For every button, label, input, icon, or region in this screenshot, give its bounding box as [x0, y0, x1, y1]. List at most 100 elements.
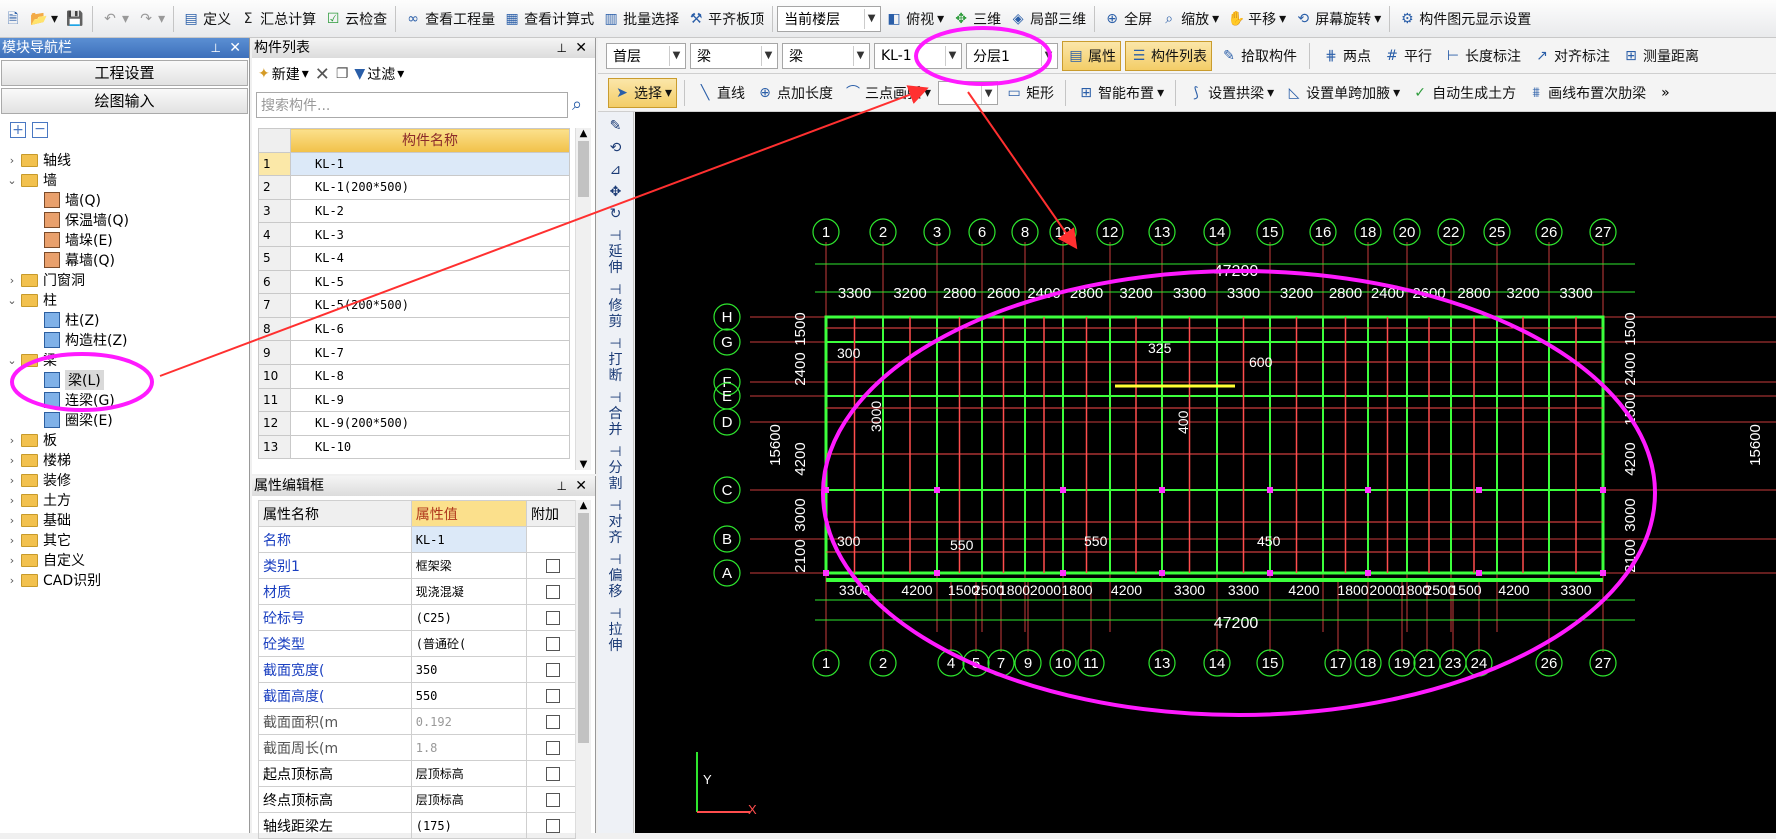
chevron-down-icon[interactable]: ⌄ — [6, 174, 18, 187]
component-name-cell[interactable]: KL-3 — [290, 222, 570, 247]
tree-folder-item[interactable]: › 轴线 — [6, 150, 246, 170]
close-icon[interactable]: ✕ — [229, 38, 241, 58]
length-dim-button[interactable]: ⊢ 长度标注 — [1440, 41, 1525, 71]
chevron-down-icon[interactable]: ⌄ — [6, 294, 18, 307]
table-row[interactable]: 10 KL-8 — [258, 363, 570, 389]
tree-leaf-item[interactable]: 墙垛(E) — [6, 230, 246, 250]
chevron-right-icon[interactable]: › — [6, 574, 18, 587]
select-tool-button[interactable]: ➤ 选择 ▾ — [608, 77, 678, 108]
property-toggle-button[interactable]: ▤ 属性 — [1062, 40, 1121, 71]
edit-tool-icon[interactable]: ✎ — [598, 118, 633, 134]
extra-checkbox[interactable] — [546, 662, 560, 677]
edit-tool-icon[interactable]: ↻ — [598, 206, 633, 222]
chevron-right-icon[interactable]: › — [6, 274, 18, 287]
edit-tool-icon[interactable]: ✥ — [598, 184, 633, 200]
property-row[interactable]: 起点顶标高 层顶标高 — [258, 760, 576, 787]
tree-folder-item[interactable]: › 门窗洞 — [6, 270, 246, 290]
component-name-cell[interactable]: KL-9(200*500) — [290, 411, 570, 436]
3d-button[interactable]: ✥ 三维 — [948, 4, 1005, 34]
component-name-cell[interactable]: KL-9 — [290, 387, 570, 413]
copy-icon[interactable]: ❐ — [336, 66, 349, 82]
property-value[interactable]: 层顶标高 — [410, 786, 528, 813]
tree-folder-item[interactable]: › CAD识别 — [6, 570, 246, 590]
property-value[interactable]: (C25) — [410, 604, 528, 631]
tree-leaf-item[interactable]: 墙(Q) — [6, 190, 246, 210]
chevron-right-icon[interactable]: › — [6, 454, 18, 467]
property-value[interactable]: (普通砼( — [410, 630, 528, 657]
chevron-right-icon[interactable]: › — [6, 514, 18, 527]
project-settings-button[interactable]: 工程设置 — [1, 60, 248, 86]
smart-layout-button[interactable]: ⊞ 智能布置 ▾ — [1073, 78, 1168, 108]
redo-button[interactable]: ↷ ▾ — [133, 4, 169, 34]
auto-earthwork-button[interactable]: ✓ 自动生成土方 — [1407, 78, 1520, 108]
property-value[interactable]: 0.192 — [410, 708, 528, 735]
view-formula-button[interactable]: ▦ 查看计算式 — [499, 4, 598, 34]
extra-checkbox[interactable] — [546, 636, 560, 651]
tree-leaf-item[interactable]: 圈梁(E) — [6, 410, 246, 430]
save-button[interactable]: 💾 — [62, 4, 88, 34]
expand-all-icon[interactable]: + — [10, 122, 26, 138]
haunch-button[interactable]: ◺ 设置单跨加腋 ▾ — [1281, 78, 1404, 108]
extra-checkbox[interactable] — [546, 688, 560, 703]
extra-checkbox[interactable] — [546, 740, 560, 755]
table-row[interactable]: 3 KL-2 — [258, 198, 570, 224]
component-name-cell[interactable]: KL-2 — [290, 198, 570, 224]
close-icon[interactable]: ✕ — [575, 476, 587, 496]
align-dim-button[interactable]: ↗ 对齐标注 — [1529, 41, 1614, 71]
property-row[interactable]: 名称 KL-1 — [258, 526, 576, 553]
more-tools-icon[interactable]: » — [1661, 85, 1670, 101]
edit-tool-button[interactable]: ⊣ 延伸 — [598, 228, 633, 276]
rectangle-tool-button[interactable]: ▭ 矩形 — [1001, 78, 1058, 108]
view-quantity-button[interactable]: ∞ 查看工程量 — [400, 4, 499, 34]
property-value[interactable]: 1.8 — [410, 734, 528, 761]
edit-tool-button[interactable]: ⊣ 分割 — [598, 444, 633, 492]
summary-calc-button[interactable]: Σ 汇总计算 — [235, 4, 320, 34]
type1-select[interactable]: 梁 ▼ — [690, 42, 778, 69]
cloud-check-button[interactable]: ☑ 云检查 — [320, 4, 391, 34]
align-slab-button[interactable]: ⚒ 平齐板顶 — [683, 4, 768, 34]
pin-icon[interactable]: ⊥ — [557, 476, 567, 496]
drawing-input-button[interactable]: 绘图输入 — [1, 88, 248, 114]
edit-tool-button[interactable]: ⊣ 打断 — [598, 336, 633, 384]
component-name-cell[interactable]: KL-8 — [290, 363, 570, 389]
table-row[interactable]: 7 KL-5(200*500) — [258, 293, 570, 318]
property-row[interactable]: 材质 现浇混凝 — [258, 578, 576, 605]
property-row[interactable]: 截面高度(550 — [258, 682, 576, 709]
property-value[interactable]: 现浇混凝 — [410, 578, 528, 605]
component-name-cell[interactable]: KL-6 — [290, 316, 570, 342]
undo-button[interactable]: ↶ ▾ — [97, 4, 133, 34]
pin-icon[interactable]: ⊥ — [557, 38, 567, 58]
chevron-right-icon[interactable]: › — [6, 434, 18, 447]
tree-folder-item[interactable]: ⌄ 梁 — [6, 350, 246, 370]
property-row[interactable]: 砼标号 (C25) — [258, 604, 576, 631]
tree-folder-item[interactable]: › 板 — [6, 430, 246, 450]
delete-icon[interactable]: ✕ — [315, 64, 330, 85]
property-value[interactable]: 550 — [410, 682, 528, 709]
table-row[interactable]: 12 KL-9(200*500) — [258, 411, 570, 436]
local-3d-button[interactable]: ◈ 局部三维 — [1005, 4, 1090, 34]
close-icon[interactable]: ✕ — [575, 38, 587, 58]
layer-select[interactable]: 分层1 ▼ — [966, 42, 1058, 69]
extra-checkbox[interactable] — [546, 766, 560, 781]
property-value[interactable]: 框架梁 — [410, 552, 528, 579]
chevron-right-icon[interactable]: › — [6, 554, 18, 567]
property-value[interactable]: 层顶标高 — [410, 760, 528, 787]
line-tool-button[interactable]: ╲ 直线 — [692, 78, 749, 108]
arch-beam-button[interactable]: ⟆ 设置拱梁 ▾ — [1183, 78, 1278, 108]
arc-tool-button[interactable]: ⌒ 三点画弧 ▾ — [840, 78, 935, 108]
extra-checkbox[interactable] — [546, 714, 560, 729]
property-row[interactable]: 终点顶标高 层顶标高 — [258, 786, 576, 813]
tree-folder-item[interactable]: › 楼梯 — [6, 450, 246, 470]
property-row[interactable]: 截面面积(m 0.192 — [258, 708, 576, 735]
tree-folder-item[interactable]: › 自定义 — [6, 550, 246, 570]
table-row[interactable]: 11 KL-9 — [258, 387, 570, 413]
property-row[interactable]: 类别1 框架梁 — [258, 552, 576, 579]
top-view-button[interactable]: ◧ 俯视 ▾ — [881, 4, 948, 34]
tree-leaf-item[interactable]: 保温墙(Q) — [6, 210, 246, 230]
scroll-up-icon[interactable]: ▲ — [576, 500, 591, 511]
table-row[interactable]: 2 KL-1(200*500) — [258, 175, 570, 200]
pin-icon[interactable]: ⊥ — [211, 38, 221, 58]
drawing-canvas[interactable]: 1 2 3 6 8 10 12 13 14 15 16 18 20 22 25 26 27 1 2 4 5 7 9 10 11 1… — [635, 112, 1776, 833]
component-list-scrollbar[interactable]: ▲ ▼ — [575, 128, 591, 470]
edit-tool-button[interactable]: ⊣ 偏移 — [598, 552, 633, 600]
